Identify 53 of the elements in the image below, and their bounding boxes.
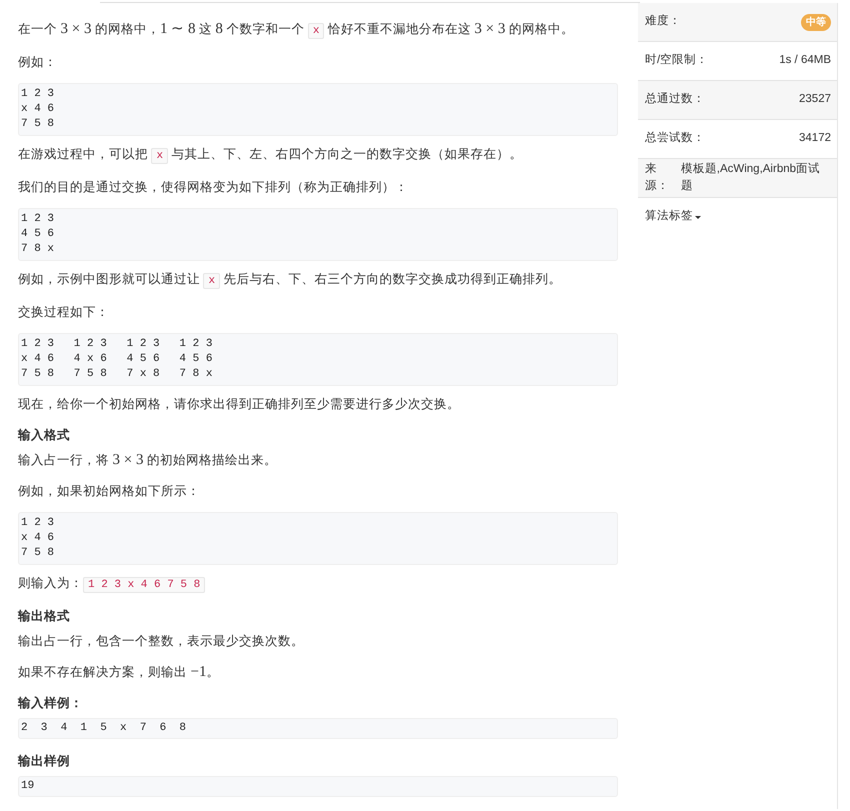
info-value: 23527 [799, 92, 831, 108]
tags-dropdown[interactable]: 算法标签 [638, 198, 837, 236]
body-text: 例如，如果初始网格如下所示： [18, 484, 200, 498]
info-label: 总通过数： [645, 92, 705, 108]
body-text: 如果不存在解决方案，则输出 [18, 665, 188, 679]
code-block: 1 2 3 4 5 6 7 8 x [18, 208, 618, 261]
section-heading: 输出格式 [18, 608, 71, 625]
body-text: 在游戏过程中，可以把 [18, 147, 149, 161]
difficulty-badge: 中等 [801, 14, 831, 30]
code-block: 1 2 3 x 4 6 7 5 8 [18, 83, 618, 136]
sample-block: 2 3 4 1 5 x 7 6 8 [18, 718, 618, 739]
inline-code: x [308, 23, 324, 39]
section-heading: 输入格式 [18, 427, 71, 444]
body-text: 例如： [18, 55, 57, 69]
info-label: 时/空限制： [645, 52, 708, 68]
math-formula: 3 × 3 [112, 452, 144, 468]
caret-icon [695, 216, 701, 218]
sample-block: 19 [18, 776, 618, 797]
body-text: 我们的目的是通过交换，使得网格变为如下排列（称为正确排列）： [18, 180, 408, 194]
body-text: 个数字和一个 [225, 22, 306, 36]
body-text: 输入占一行，将 [18, 453, 110, 467]
math-formula: 8 [215, 21, 223, 37]
body-text: 先后与右、下、右三个方向的数字交换成功得到正确排列。 [222, 272, 562, 286]
body-text: 的初始网格描绘出来。 [146, 453, 277, 467]
inline-code: x [151, 148, 168, 164]
body-text: 在一个 [18, 22, 58, 36]
body-text: 的网格中， [94, 22, 160, 36]
info-value: 1s / 64MB [779, 53, 831, 68]
body-text: 例如，示例中图形就可以通过让 [18, 272, 201, 286]
body-text: 的网格中。 [508, 22, 574, 36]
body-text: 输出占一行，包含一个整数，表示最少交换次数。 [18, 634, 304, 648]
info-label: 总尝试数： [645, 130, 705, 146]
body-text: 这 [198, 22, 213, 36]
inline-code: 1 2 3 x 4 6 7 5 8 [83, 577, 206, 593]
body-text: 恰好不重不漏地分布在这 [326, 22, 472, 36]
body-text: 与其上、下、左、右四个方向之一的数字交换（如果存在）。 [170, 147, 523, 161]
math-formula: 1 ∼ 8 [160, 21, 196, 37]
math-formula: −1 [190, 664, 206, 680]
inline-code: x [203, 273, 220, 289]
info-label: 难度： [645, 14, 681, 30]
body-text: 。 [206, 665, 220, 679]
math-formula: 3 × 3 [60, 21, 92, 37]
section-heading: 输入样例： [18, 695, 84, 712]
info-value: 模板题,AcWing,Airbnb面试题 [680, 162, 822, 194]
body-text: 则输入为： [18, 576, 83, 590]
body-text: 现在，给你一个初始网格，请你求出得到正确排列至少需要进行多少次交换。 [18, 397, 460, 411]
code-block: 1 2 3 1 2 3 1 2 3 1 2 3 x 4 6 4 x 6 4 5 6 4 5 6 7 5 8 7 5 8 7 x 8 7 8 x [18, 333, 618, 386]
code-block: 1 2 3 x 4 6 7 5 8 [18, 512, 618, 565]
info-value: 34172 [799, 131, 831, 146]
info-label: 来源： [645, 162, 670, 194]
math-formula: 3 × 3 [474, 21, 506, 37]
body-text: 交换过程如下： [18, 305, 109, 319]
section-heading: 输出样例 [18, 753, 71, 770]
